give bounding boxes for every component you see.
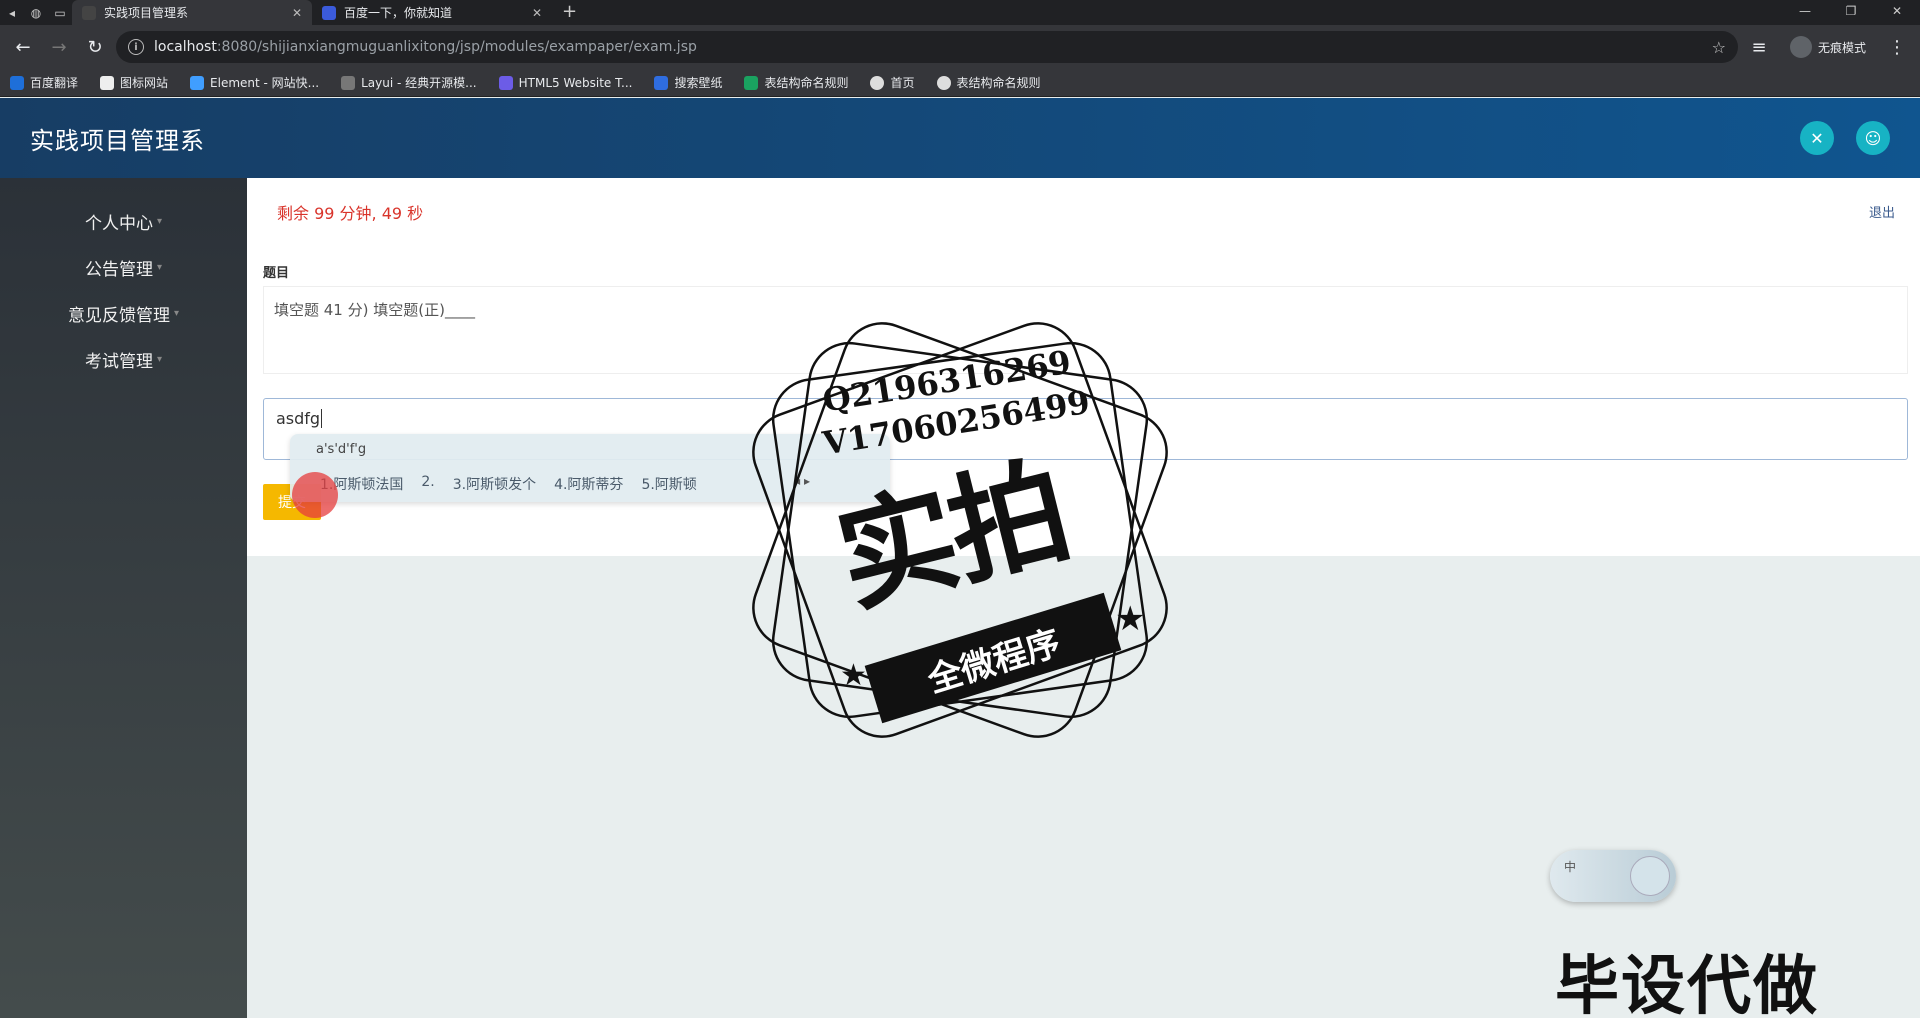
bookmark-item[interactable]: 表结构命名规则	[744, 74, 848, 91]
ime-toggle[interactable]: 中	[1550, 850, 1676, 902]
globe-icon	[936, 75, 951, 90]
window-controls: — ❐ ✕	[1782, 0, 1920, 25]
address-toolbar: ← → ↻ i localhost:8080/shijianxiangmugua…	[0, 25, 1920, 69]
ime-candidate[interactable]: 2.	[421, 474, 434, 494]
baidu-favicon-icon	[322, 5, 336, 20]
back-icon[interactable]: ←	[8, 32, 38, 62]
bookmark-item[interactable]: 首页	[870, 74, 915, 91]
sheet-icon	[744, 75, 759, 90]
incognito-indicator[interactable]: 无痕模式	[1780, 36, 1876, 58]
tab-title: 实践项目管理系	[104, 6, 189, 20]
forward-icon[interactable]: →	[44, 32, 74, 62]
browser-tab-active[interactable]: 实践项目管理系 ✕	[72, 0, 312, 25]
restore-icon[interactable]: ❐	[1828, 0, 1874, 25]
window-icon[interactable]: ▭	[48, 0, 72, 25]
url-host: localhost	[154, 39, 217, 55]
bookmark-item[interactable]: Layui - 经典开源模...	[341, 74, 477, 91]
svg-text:★: ★	[1115, 599, 1145, 639]
sidebar-item-feedback[interactable]: 意见反馈管理 ▾	[0, 290, 247, 336]
chevron-down-icon: ▾	[156, 215, 163, 227]
ime-pinyin: a's'd'f'g	[316, 442, 367, 457]
flag-icon	[100, 75, 115, 90]
browser-tabbar: ◂ ◍ ▭ 实践项目管理系 ✕ 百度一下，你就知道 ✕ + — ❐ ✕	[0, 0, 1920, 25]
globe-icon[interactable]: ◍	[24, 0, 48, 25]
bottom-watermark: 毕设代做	[1555, 950, 1819, 1018]
ime-candidate[interactable]: 5.阿斯顿	[641, 474, 696, 494]
ime-mode-label: 中	[1564, 860, 1577, 874]
menu-dots-icon[interactable]: ⋮	[1882, 32, 1912, 62]
svg-text:★: ★	[840, 658, 867, 693]
reload-icon[interactable]: ↻	[80, 32, 110, 62]
new-tab-icon[interactable]: +	[552, 0, 587, 25]
sidebar-item-personal-center[interactable]: 个人中心 ▾	[0, 198, 247, 244]
bookmark-item[interactable]: HTML5 Website T...	[498, 75, 632, 90]
info-icon[interactable]: i	[128, 39, 144, 55]
sidebar: 个人中心 ▾ 公告管理 ▾ 意见反馈管理 ▾ 考试管理 ▾	[0, 178, 247, 1018]
ime-knob-icon	[1630, 856, 1670, 896]
fullscreen-icon[interactable]: ✕	[1800, 121, 1834, 155]
text-caret	[321, 409, 323, 428]
question-label: 题目	[263, 266, 290, 281]
close-window-icon[interactable]: ✕	[1874, 0, 1920, 25]
bookmark-item[interactable]: 表结构命名规则	[936, 74, 1041, 91]
reading-list-icon[interactable]: ≡	[1744, 32, 1774, 62]
browser-tab[interactable]: 百度一下，你就知道 ✕	[312, 0, 552, 25]
element-icon	[190, 75, 205, 90]
minimize-icon[interactable]: —	[1782, 0, 1828, 25]
ime-candidate[interactable]: 3.阿斯顿发个	[453, 474, 536, 494]
sidebar-item-announcements[interactable]: 公告管理 ▾	[0, 244, 247, 290]
html5-icon	[498, 75, 513, 90]
chevron-down-icon: ▾	[156, 353, 163, 365]
wallpaper-icon	[654, 75, 669, 90]
bookmark-item[interactable]: 百度翻译	[10, 74, 78, 91]
globe-icon	[870, 75, 885, 90]
incognito-icon	[1789, 36, 1812, 58]
translate-icon	[10, 75, 24, 90]
layui-icon	[341, 75, 356, 90]
question-text: 填空题 41 分) 填空题(正)____	[274, 301, 475, 319]
ime-candidate[interactable]: 4.阿斯蒂芬	[554, 474, 623, 494]
answer-value: asdfg	[276, 409, 321, 428]
tab-title: 百度一下，你就知道	[344, 6, 453, 20]
url-path: :8080/shijianxiangmuguanlixitong/jsp/mod…	[216, 39, 697, 55]
bookmark-item[interactable]: Element - 网站快...	[190, 74, 319, 91]
app-title: 实践项目管理系	[30, 126, 205, 155]
close-tab-icon[interactable]: ✕	[532, 6, 542, 20]
bookmark-item[interactable]: 搜索壁纸	[654, 74, 722, 91]
close-tab-icon[interactable]: ✕	[292, 6, 302, 20]
logout-link[interactable]: 退出	[1869, 202, 1895, 221]
countdown-timer: 剩余 99 分钟, 49 秒	[277, 204, 424, 223]
bookmark-star-icon[interactable]: ☆	[1712, 38, 1726, 57]
user-icon[interactable]: ☺	[1856, 121, 1890, 155]
chevron-down-icon: ▾	[156, 261, 163, 273]
chevron-down-icon: ▾	[173, 307, 180, 319]
app-header: 实践项目管理系 ✕ ☺	[0, 98, 1920, 178]
url-bar[interactable]: i localhost:8080/shijianxiangmuguanlixit…	[116, 31, 1738, 63]
incognito-label: 无痕模式	[1817, 40, 1866, 55]
tab-favicon-icon	[82, 5, 96, 20]
sidebar-item-exams[interactable]: 考试管理 ▾	[0, 336, 247, 382]
tab-audio-icon[interactable]: ◂	[0, 0, 24, 25]
bookmarks-bar: 百度翻译 图标网站 Element - 网站快... Layui - 经典开源模…	[0, 69, 1920, 97]
bookmark-item[interactable]: 图标网站	[100, 74, 168, 91]
click-indicator	[292, 472, 338, 518]
